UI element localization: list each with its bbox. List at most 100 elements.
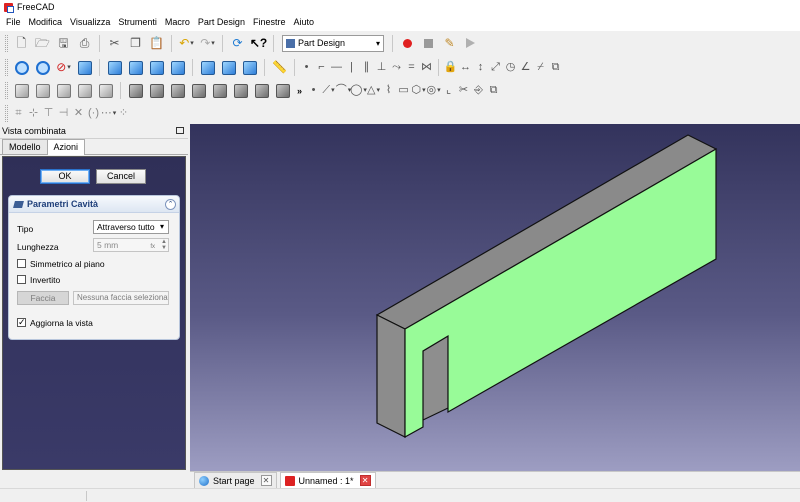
- draw-style-icon[interactable]: ⊘: [55, 59, 72, 76]
- body-icon[interactable]: [13, 82, 30, 99]
- additive-loft-icon[interactable]: [169, 82, 186, 99]
- horizontal-line-icon[interactable]: ―: [330, 59, 343, 76]
- circle-icon[interactable]: ◯: [350, 82, 365, 99]
- arc-icon[interactable]: ⌒: [336, 82, 350, 99]
- toolbar-grip[interactable]: [5, 59, 8, 76]
- groove-icon[interactable]: [253, 82, 270, 99]
- fillet-sketch-icon[interactable]: ⌐: [315, 59, 328, 76]
- sketch-point-icon[interactable]: •: [307, 82, 320, 99]
- edit-macro-icon[interactable]: ✎: [441, 35, 458, 52]
- front-view-icon[interactable]: [106, 59, 123, 76]
- workbench-selector[interactable]: Part Design ▾: [282, 34, 384, 52]
- bottom-view-icon[interactable]: [199, 59, 216, 76]
- tab-azioni[interactable]: Azioni: [46, 139, 86, 155]
- ok-button[interactable]: OK: [40, 169, 90, 184]
- toolbar-grip[interactable]: [5, 34, 8, 52]
- select-origin-icon[interactable]: ⊹: [27, 105, 40, 122]
- save-icon[interactable]: 🖫: [55, 35, 72, 52]
- tab-unnamed[interactable]: Unnamed : 1* ✕: [279, 472, 376, 488]
- line-icon[interactable]: ⟋: [322, 82, 335, 99]
- tab-start-page[interactable]: Start page ✕: [194, 472, 277, 488]
- measure-icon[interactable]: 📏: [271, 59, 288, 76]
- right-view-icon[interactable]: [148, 59, 165, 76]
- subtractive-loft-icon[interactable]: [274, 82, 291, 99]
- save-as-icon[interactable]: ⎙: [76, 35, 93, 52]
- menu-file[interactable]: File: [2, 14, 25, 30]
- select-constraints-icon[interactable]: ⌗: [12, 105, 25, 122]
- cancel-button[interactable]: Cancel: [96, 169, 146, 184]
- symmetric-checkbox[interactable]: [17, 259, 26, 268]
- rear-view-icon[interactable]: [169, 59, 186, 76]
- type-select[interactable]: Attraverso tutto ▾: [93, 220, 169, 234]
- distance-icon[interactable]: ⤢: [489, 59, 502, 76]
- validate-sketch-icon[interactable]: [55, 82, 72, 99]
- select-vertical-axis-icon[interactable]: ⊤: [42, 105, 55, 122]
- whats-this-icon[interactable]: ↖?: [250, 35, 267, 52]
- toolbar-grip[interactable]: [5, 105, 8, 122]
- length-field[interactable]: 5 mm fx ▲ ▼: [93, 238, 169, 252]
- menu-aiuto[interactable]: Aiuto: [289, 14, 318, 30]
- sketch-fillet-icon[interactable]: ⌞: [442, 82, 455, 99]
- toolbar-overflow-button[interactable]: »: [297, 86, 302, 96]
- create-sketch-icon[interactable]: [34, 82, 51, 99]
- restore-internal-icon[interactable]: ⁘: [117, 105, 130, 122]
- top-view-icon[interactable]: [127, 59, 144, 76]
- update-view-checkbox[interactable]: [17, 317, 26, 327]
- map-sketch-icon[interactable]: [76, 82, 93, 99]
- refresh-icon[interactable]: ⟳: [229, 35, 246, 52]
- polygon-icon[interactable]: ⬡: [411, 82, 425, 99]
- perpendicular-icon[interactable]: ⊥: [375, 59, 388, 76]
- record-macro-icon[interactable]: [399, 35, 416, 52]
- vertical-line-icon[interactable]: |: [345, 59, 358, 76]
- select-elements-icon[interactable]: ⋯: [101, 105, 115, 122]
- vertical-distance-icon[interactable]: ↕: [474, 59, 487, 76]
- select-horizontal-axis-icon[interactable]: ⊣: [57, 105, 70, 122]
- radius-icon[interactable]: ◷: [504, 59, 517, 76]
- trim-icon[interactable]: ✂: [457, 82, 470, 99]
- menu-visualizza[interactable]: Visualizza: [66, 14, 114, 30]
- select-redundant-icon[interactable]: ✕: [72, 105, 85, 122]
- tab-modello[interactable]: Modello: [2, 139, 48, 154]
- 3d-model[interactable]: [190, 124, 800, 471]
- rectangle-icon[interactable]: ▭: [397, 82, 410, 99]
- menu-macro[interactable]: Macro: [161, 14, 194, 30]
- symmetric-icon[interactable]: ⋈: [420, 59, 433, 76]
- collapse-icon[interactable]: ⌃: [165, 198, 176, 210]
- toggle-constraint-icon[interactable]: ⧉: [549, 59, 562, 76]
- select-conflicting-icon[interactable]: (·): [87, 105, 100, 122]
- carbon-copy-icon[interactable]: ⧉: [487, 82, 500, 99]
- point-icon[interactable]: •: [300, 59, 313, 76]
- reversed-checkbox[interactable]: [17, 275, 26, 284]
- pad-icon[interactable]: [127, 82, 144, 99]
- float-panel-icon[interactable]: [176, 127, 184, 134]
- left-view-icon[interactable]: [220, 59, 237, 76]
- angle-icon[interactable]: ∠: [519, 59, 532, 76]
- spin-arrows-icon[interactable]: ▲ ▼: [161, 239, 167, 251]
- tangent-icon[interactable]: ⤳: [390, 59, 403, 76]
- open-icon[interactable]: 🗁: [34, 35, 51, 52]
- isometric-view-icon[interactable]: [76, 59, 93, 76]
- pocket-icon[interactable]: [211, 82, 228, 99]
- undo-icon[interactable]: ↶: [178, 35, 195, 52]
- copy-icon[interactable]: ❐: [127, 35, 144, 52]
- cut-icon[interactable]: ✂: [106, 35, 123, 52]
- snell-icon[interactable]: ⌿: [534, 59, 547, 76]
- parallel-icon[interactable]: ∥: [360, 59, 373, 76]
- additive-pipe-icon[interactable]: [190, 82, 207, 99]
- menu-part-design[interactable]: Part Design: [194, 14, 249, 30]
- toolbar-grip[interactable]: [5, 82, 8, 99]
- close-icon[interactable]: ✕: [359, 475, 371, 486]
- menu-finestre[interactable]: Finestre: [249, 14, 290, 30]
- stop-macro-icon[interactable]: [420, 35, 437, 52]
- pocket-parameters-header[interactable]: Parametri Cavità ⌃: [9, 196, 179, 213]
- conic-icon[interactable]: △: [367, 82, 380, 99]
- fit-all-icon[interactable]: [13, 59, 30, 76]
- paste-icon[interactable]: 📋: [148, 35, 165, 52]
- revolution-icon[interactable]: [148, 82, 165, 99]
- 3d-view[interactable]: [190, 124, 800, 471]
- equal-icon[interactable]: =: [405, 59, 418, 76]
- menu-strumenti[interactable]: Strumenti: [114, 14, 161, 30]
- external-geometry-icon[interactable]: ⎆: [472, 82, 485, 99]
- new-document-icon[interactable]: 🗋: [13, 35, 30, 52]
- run-macro-icon[interactable]: [462, 35, 479, 52]
